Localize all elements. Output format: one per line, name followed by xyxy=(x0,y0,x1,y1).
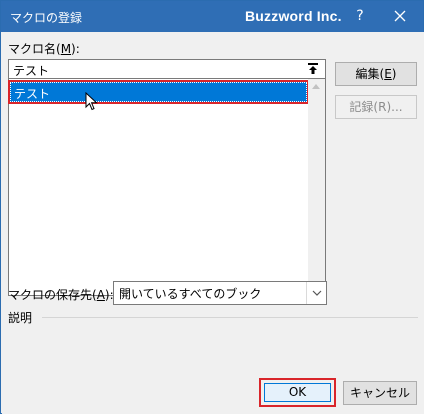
dialog-title: マクロの登録 xyxy=(10,11,83,25)
description-divider xyxy=(42,317,418,318)
edit-button[interactable]: 編集(E) xyxy=(335,62,417,86)
location-label: マクロの保存先(A): xyxy=(8,288,114,302)
macro-name-input[interactable]: テスト xyxy=(8,59,326,79)
macro-dialog: マクロの登録 Buzzword Inc. ? マクロ名(M): テスト テスト xyxy=(0,0,424,414)
cancel-button[interactable]: キャンセル xyxy=(343,381,417,405)
location-select[interactable]: 開いているすべてのブック xyxy=(113,281,327,305)
close-icon xyxy=(394,10,406,22)
macro-name-value: テスト xyxy=(13,64,50,78)
select-arrow[interactable] xyxy=(306,282,326,304)
macro-list[interactable]: テスト xyxy=(8,79,326,296)
ok-button[interactable]: OK xyxy=(264,383,331,402)
list-scrollbar[interactable] xyxy=(308,79,325,294)
chevron-down-icon xyxy=(312,290,321,296)
description-label: 説明 xyxy=(8,311,33,325)
location-value: 開いているすべてのブック xyxy=(119,287,262,301)
brand-watermark: Buzzword Inc. xyxy=(245,8,342,24)
mouse-cursor-icon xyxy=(85,92,98,111)
macro-name-label: マクロ名(M): xyxy=(8,42,80,56)
list-item[interactable]: テスト xyxy=(8,80,309,104)
help-button[interactable]: ? xyxy=(349,5,371,27)
arrow-up-bar-icon xyxy=(308,63,318,74)
scroll-up-icon[interactable] xyxy=(312,84,320,89)
dialog-body: マクロ名(M): テスト テスト 編集(E) 記録(R)... マクロの保存先(… xyxy=(2,32,424,414)
ok-button-highlight[interactable]: OK xyxy=(259,378,336,407)
close-button[interactable] xyxy=(385,5,415,27)
record-button[interactable]: 記録(R)... xyxy=(335,95,417,119)
collapse-dialog-button[interactable] xyxy=(302,60,324,78)
title-bar: マクロの登録 Buzzword Inc. ? xyxy=(1,1,423,32)
